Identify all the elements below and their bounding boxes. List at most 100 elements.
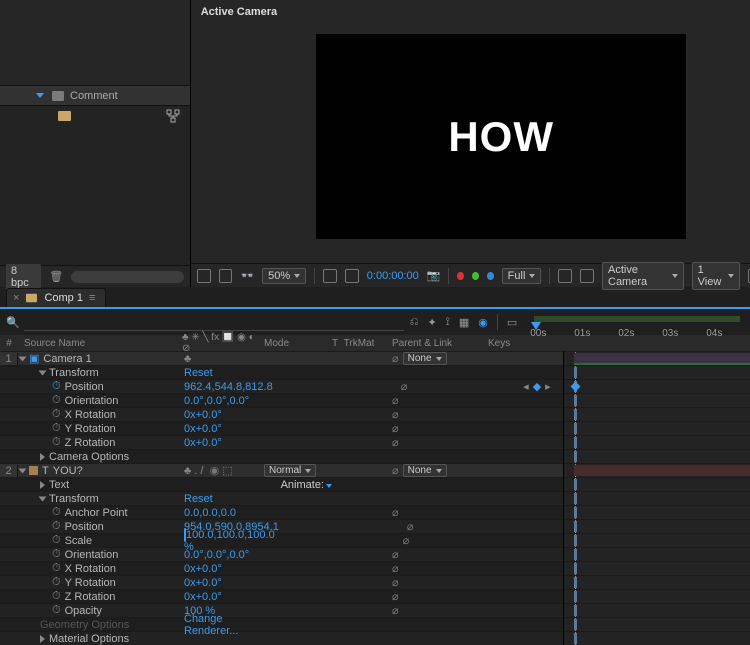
- property-row[interactable]: ⏱Opacity100 %⌀: [0, 603, 563, 617]
- property-group-row[interactable]: Text Animate:: [0, 477, 563, 491]
- parent-select[interactable]: None: [403, 464, 447, 477]
- property-group-row[interactable]: Geometry OptionsChange Renderer...: [0, 617, 563, 631]
- keyframe-icon[interactable]: [570, 382, 580, 392]
- twisty-icon[interactable]: [40, 481, 45, 489]
- twisty-icon[interactable]: [40, 635, 45, 643]
- composition-mini-flowchart-icon[interactable]: ⎌: [410, 316, 419, 329]
- property-group-row[interactable]: Transform Reset: [0, 491, 563, 505]
- pickwhip-icon[interactable]: ⌀: [403, 534, 410, 547]
- property-row[interactable]: ⏱Z Rotation0x+0.0°⌀: [0, 589, 563, 603]
- property-row[interactable]: ⏱Scale 100.0,100.0,100.0 %⌀: [0, 533, 563, 547]
- red-channel-icon[interactable]: [457, 272, 464, 280]
- property-group-row[interactable]: Material Options: [0, 631, 563, 645]
- col-trkmat[interactable]: TrkMat: [344, 338, 375, 349]
- pickwhip-icon[interactable]: ⌀: [392, 604, 399, 617]
- stopwatch-icon[interactable]: ⏱: [52, 548, 61, 561]
- grid-icon[interactable]: [323, 269, 337, 283]
- twisty-icon[interactable]: [40, 453, 45, 461]
- pickwhip-icon[interactable]: ⌀: [392, 506, 399, 519]
- property-row[interactable]: ⏱Y Rotation 0x+0.0° ⌀: [0, 421, 563, 435]
- current-time[interactable]: 0:00:00:00: [367, 270, 419, 282]
- 3d-layer-icon[interactable]: ⬚: [222, 465, 232, 477]
- property-row[interactable]: ⏱Position 962.4,544.8,812.8 ⌀ ◂◆▸: [0, 379, 563, 393]
- col-source[interactable]: Source Name: [18, 338, 85, 349]
- sort-arrow-icon[interactable]: [36, 93, 44, 98]
- pickwhip-icon[interactable]: ⌀: [392, 590, 399, 603]
- col-num[interactable]: #: [0, 338, 18, 349]
- draft3d-icon[interactable]: ✦: [428, 316, 437, 329]
- col-mode[interactable]: Mode: [264, 338, 332, 349]
- property-value[interactable]: 0x+0.0°: [184, 591, 222, 603]
- layer-switches[interactable]: ♣: [182, 353, 264, 365]
- pickwhip-icon[interactable]: ⌀: [392, 576, 399, 589]
- bpc-toggle[interactable]: 8 bpc: [6, 264, 41, 290]
- resolution-select[interactable]: Full: [502, 268, 542, 284]
- blue-channel-icon[interactable]: [487, 272, 494, 280]
- view-count-select[interactable]: 1 View: [692, 262, 740, 290]
- project-list[interactable]: Comment: [0, 85, 190, 265]
- property-row[interactable]: ⏱X Rotation 0x+0.0° ⌀: [0, 407, 563, 421]
- pickwhip-icon[interactable]: ⌀: [392, 464, 399, 477]
- property-value[interactable]: 0x+0.0°: [184, 563, 222, 575]
- project-item-row[interactable]: [0, 106, 190, 126]
- region-icon[interactable]: [558, 269, 572, 283]
- stopwatch-icon[interactable]: ⏱: [52, 576, 61, 589]
- label-color-icon[interactable]: [29, 466, 38, 475]
- pickwhip-icon[interactable]: ⌀: [392, 394, 399, 407]
- property-value[interactable]: 0.0°,0.0°,0.0°: [184, 549, 249, 561]
- pickwhip-icon[interactable]: ⌀: [401, 380, 408, 393]
- layer-switches[interactable]: ♣ . / ◉ ⬚: [182, 464, 264, 477]
- transparency-grid-icon[interactable]: [580, 269, 594, 283]
- green-channel-icon[interactable]: [472, 272, 479, 280]
- pickwhip-icon[interactable]: ⌀: [392, 422, 399, 435]
- motion-blur-icon[interactable]: ◉: [478, 316, 488, 329]
- composition-canvas[interactable]: HOW: [316, 34, 686, 239]
- alpha-toggle-icon[interactable]: [197, 269, 211, 283]
- work-area-bar[interactable]: [534, 316, 740, 322]
- blend-mode-select[interactable]: Normal: [264, 464, 316, 477]
- col-parent[interactable]: Parent & Link: [392, 338, 488, 349]
- property-value[interactable]: 0x+0.0°: [184, 409, 222, 421]
- stopwatch-icon[interactable]: ⏱: [52, 562, 61, 575]
- layer-bar[interactable]: [574, 465, 750, 476]
- property-row[interactable]: ⏱Orientation 0.0°,0.0°,0.0° ⌀: [0, 393, 563, 407]
- project-columns-header[interactable]: Comment: [0, 86, 190, 106]
- parent-select[interactable]: None: [403, 352, 447, 365]
- stopwatch-icon[interactable]: ⏱: [52, 436, 61, 449]
- stopwatch-icon[interactable]: ⏱: [52, 408, 61, 421]
- property-group-row[interactable]: Camera Options: [0, 449, 563, 463]
- pickwhip-icon[interactable]: ⌀: [392, 548, 399, 561]
- tab-menu-icon[interactable]: ≡: [89, 292, 95, 304]
- pickwhip-icon[interactable]: ⌀: [392, 562, 399, 575]
- property-value[interactable]: 0x+0.0°: [184, 437, 222, 449]
- property-row[interactable]: ⏱X Rotation0x+0.0°⌀: [0, 561, 563, 575]
- twisty-icon[interactable]: [39, 370, 47, 375]
- col-t[interactable]: T: [332, 338, 338, 349]
- twisty-icon[interactable]: [19, 356, 27, 361]
- pickwhip-icon[interactable]: ⌀: [407, 520, 414, 533]
- view-camera-select[interactable]: Active Camera: [602, 262, 684, 290]
- trash-icon[interactable]: 🗑: [49, 270, 63, 283]
- viewer-camera-label[interactable]: Active Camera: [201, 6, 277, 18]
- stopwatch-icon[interactable]: ⏱: [52, 590, 61, 603]
- twisty-icon[interactable]: [19, 468, 27, 473]
- property-row[interactable]: ⏱Orientation0.0°,0.0°,0.0°⌀: [0, 547, 563, 561]
- property-value[interactable]: 0x+0.0°: [184, 577, 222, 589]
- timeline-tracks[interactable]: [563, 351, 750, 645]
- guides-icon[interactable]: [345, 269, 359, 283]
- property-value[interactable]: 0x+0.0°: [184, 423, 222, 435]
- layer-name[interactable]: Camera 1: [43, 353, 91, 365]
- stopwatch-icon[interactable]: ⏱: [52, 604, 61, 617]
- pickwhip-icon[interactable]: ⌀: [392, 352, 399, 365]
- property-row[interactable]: ⏱Z Rotation 0x+0.0° ⌀: [0, 435, 563, 449]
- reset-link[interactable]: Reset: [184, 493, 213, 505]
- property-value[interactable]: 962.4,544.8,812.8: [184, 381, 273, 393]
- frame-blend-icon[interactable]: ▦: [459, 316, 469, 329]
- timeline-search[interactable]: 🔍: [0, 314, 404, 331]
- layer-name[interactable]: YOU?: [53, 465, 83, 477]
- property-group-row[interactable]: Transform Reset: [0, 365, 563, 379]
- mask-toggle-icon[interactable]: 👓: [240, 269, 254, 282]
- property-row[interactable]: ⏱Y Rotation0x+0.0°⌀: [0, 575, 563, 589]
- tab-close-icon[interactable]: ×: [13, 292, 19, 304]
- property-value[interactable]: 0.0,0.0,0.0: [184, 507, 236, 519]
